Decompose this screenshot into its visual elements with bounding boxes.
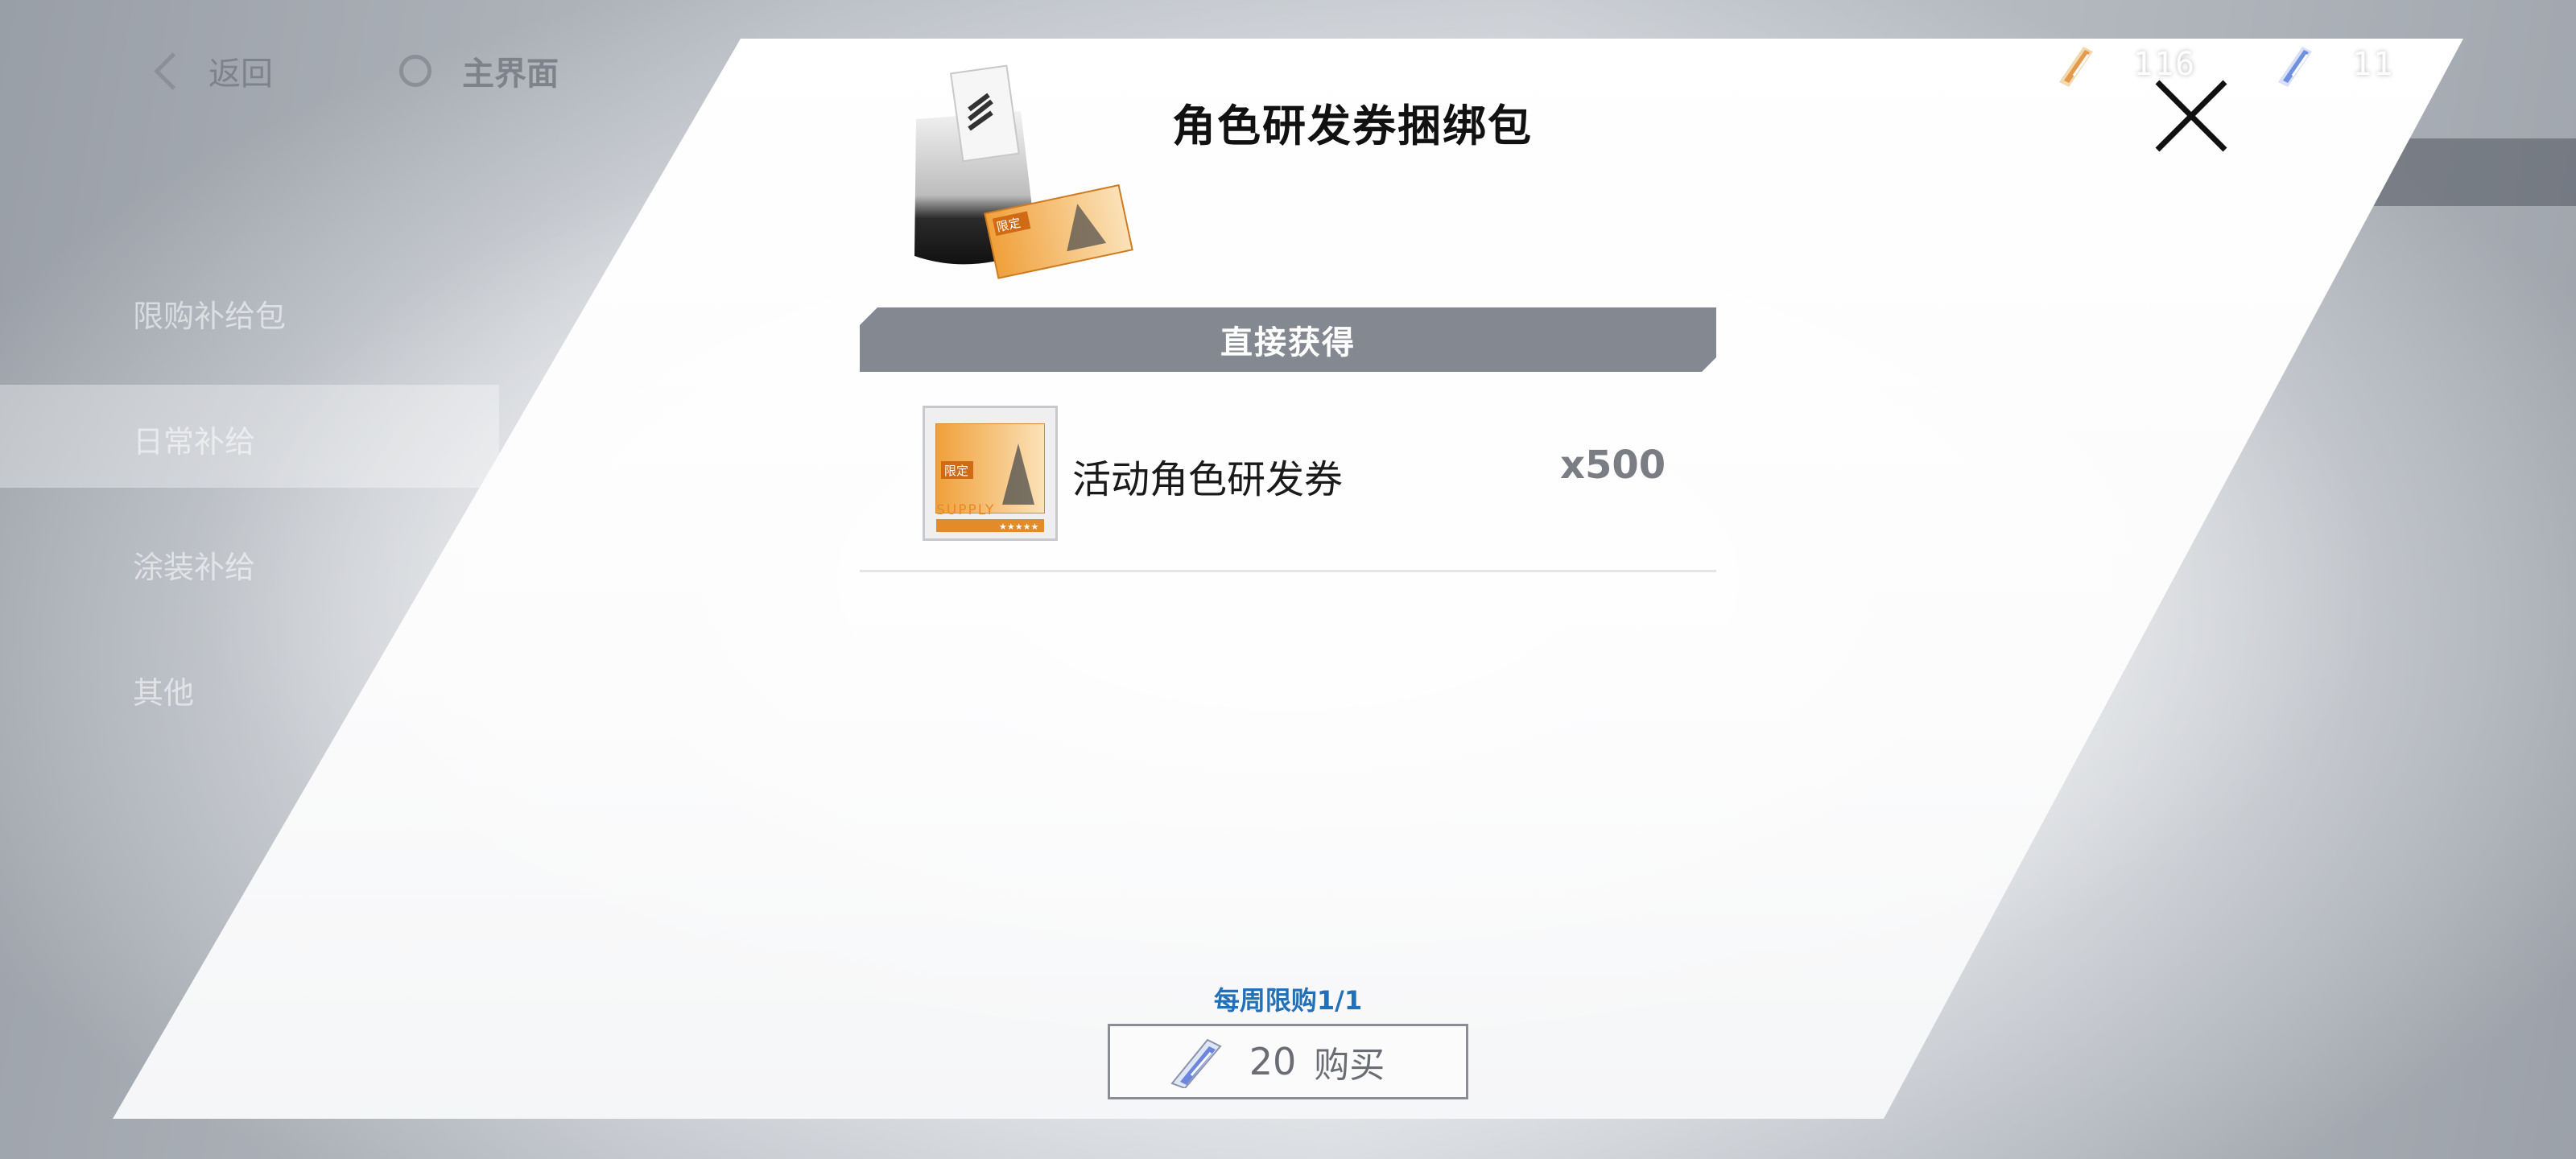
close-icon[interactable] — [2153, 77, 2230, 155]
svg-text:★★★★★: ★★★★★ — [999, 522, 1038, 532]
bg-nav-item: 其他 — [133, 675, 195, 711]
buy-label: 购买 — [1314, 1045, 1385, 1086]
reward-row[interactable]: 限定 SUPPLY ★★★★★ 活动角色研发券 x500 — [860, 402, 1716, 572]
item-tag-text: 限定 — [944, 464, 968, 478]
bundle-bag-icon: 限定 — [914, 64, 1133, 279]
reward-name: 活动角色研发券 — [1072, 457, 1344, 502]
home-label: 主界面 — [462, 56, 559, 93]
currency-blue[interactable]: 11 — [2272, 32, 2394, 97]
character-ticket-icon: 限定 SUPPLY ★★★★★ — [925, 408, 1055, 538]
chevron-left-icon — [154, 52, 192, 90]
currency-blue-value: 11 — [2352, 46, 2395, 83]
blue-ticket-icon — [2278, 47, 2312, 87]
item-brand-text: SUPPLY — [936, 502, 995, 518]
blue-ticket-icon — [1170, 1038, 1222, 1088]
back-button[interactable]: 返回 — [145, 39, 273, 103]
reward-item-frame[interactable]: 限定 SUPPLY ★★★★★ — [923, 406, 1058, 541]
back-label: 返回 — [208, 56, 273, 93]
buy-price: 20 — [1249, 1040, 1297, 1083]
gold-ticket-icon — [2059, 47, 2093, 87]
bg-nav-item: 日常补给 — [133, 424, 256, 460]
section-header-label: 直接获得 — [1220, 324, 1356, 361]
bg-nav-item: 涂装补给 — [133, 550, 256, 585]
buy-button[interactable]: 20 购买 — [1108, 1024, 1468, 1099]
bg-nav-item: 限购补给包 — [133, 299, 287, 334]
circle-home-icon — [399, 55, 431, 87]
home-button[interactable]: 主界面 — [399, 39, 559, 103]
reward-quantity: x500 — [1560, 443, 1666, 488]
bundle-title: 角色研发券捆绑包 — [1172, 101, 1533, 151]
section-header: 直接获得 — [860, 307, 1716, 372]
purchase-limit: 每周限购1/1 — [1213, 985, 1363, 1016]
